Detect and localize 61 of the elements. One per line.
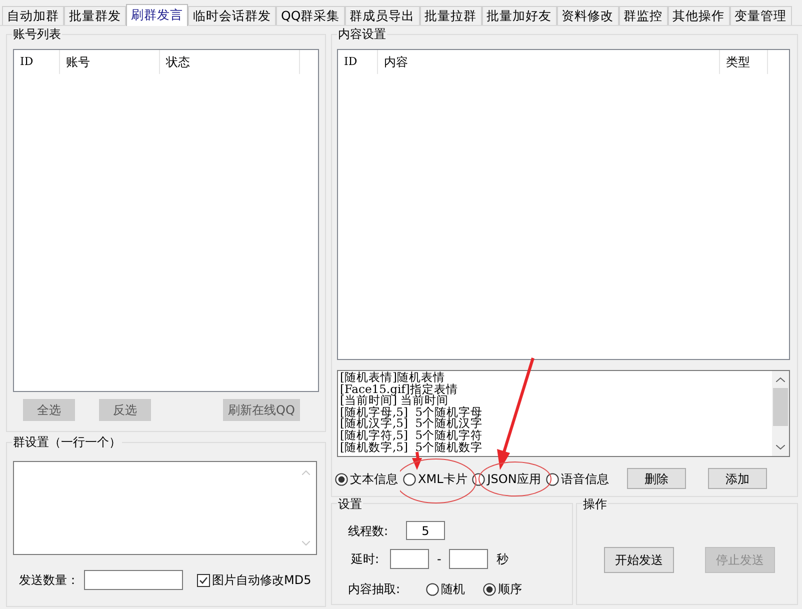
variable-line: [当前时间] 当前时间 [340,395,449,407]
button[interactable]: 反选 [99,399,151,421]
button[interactable]: 刷新在线QQ [223,399,300,421]
tab[interactable]: 临时会话群发 [188,6,276,25]
group-list-field[interactable] [13,461,317,555]
tab[interactable]: 批量群发 [64,6,126,25]
send-count-label: 发送数量： [19,572,79,589]
button[interactable]: 删除 [627,468,686,489]
group-title: 操作 [582,497,608,511]
scroll-up-icon [302,470,310,475]
group-title: 设置 [337,497,363,511]
variable-line: [Face15.gif]指定表情 [340,384,459,396]
column-header[interactable]: 内容 [378,50,720,74]
variable-line: [随机表情]随机表情 [340,372,445,384]
threads-field[interactable]: 5 [406,521,445,540]
group-title: 账号列表 [12,26,62,42]
scroll-up-icon [776,377,785,382]
button[interactable]: 开始发送 [604,547,674,573]
variable-line: [随机数字,5] 5个随机数字 [340,442,484,454]
delay-separator: - [437,551,442,568]
button[interactable]: 添加 [708,468,767,489]
delay-label: 延时: [351,551,380,568]
variable-line: [随机字符,5] 5个随机字符 [340,430,484,442]
column-header[interactable]: 类型 [720,50,768,74]
message-type-radio[interactable]: 语音信息 [546,470,609,488]
delay-min-field[interactable] [390,549,429,569]
message-type-radio[interactable]: 文本信息 [335,470,398,488]
group-title: 群设置（一行一个） [12,434,122,450]
variable-line: [随机字母,5] 5个随机字母 [340,406,484,418]
delay-unit: 秒 [496,551,508,568]
content-list[interactable]: ID 内容 类型 [337,49,790,360]
tab[interactable]: 批量拉群 [420,6,482,25]
column-header[interactable]: ID [14,50,60,74]
variables-field[interactable]: [随机表情]随机表情 [Face15.gif]指定表情 [当前时间] 当前时间 [随机字母,5] 5个随机字母 [随机汉字,5] 5个随机汉字 [随机字符,5] 5个随机字符 [随机数字,5] 5个随机数字 [337,370,790,457]
tab[interactable]: 自动加群 [2,6,64,25]
message-type-radio[interactable]: JSON应用 [472,470,541,488]
send-count-field[interactable] [84,570,183,590]
tab[interactable]: 群成员导出 [344,6,420,25]
threads-label: 线程数: [348,522,390,540]
variable-line: [随机汉字,5] 5个随机汉字 [340,418,484,430]
column-header[interactable]: 账号 [60,50,160,74]
extract-radio[interactable]: 随机 [426,580,465,598]
auto-md5-checkbox[interactable]: 图片自动修改MD5 [197,571,312,589]
column-header[interactable]: 状态 [160,50,300,74]
scrollbar-thumb[interactable] [773,388,788,426]
column-header[interactable]: ID [338,50,378,74]
group-title: 内容设置 [337,26,387,42]
tab[interactable]: 刷群发言 [126,4,188,26]
tab[interactable]: 群监控 [618,6,668,25]
button[interactable]: 全选 [23,399,75,421]
tab[interactable]: 资料修改 [556,6,619,25]
extract-radio[interactable]: 顺序 [483,580,522,598]
extract-label: 内容抽取: [348,581,402,598]
tab[interactable]: 批量加好友 [482,6,557,25]
tab[interactable]: QQ群采集 [276,6,345,25]
account-list[interactable]: ID 账号 状态 [13,49,319,392]
scroll-down-icon [302,541,310,546]
tab[interactable]: 其他操作 [668,6,730,25]
delay-max-field[interactable] [449,549,488,569]
tab[interactable]: 变量管理 [730,6,792,25]
scroll-down-icon [776,445,785,450]
